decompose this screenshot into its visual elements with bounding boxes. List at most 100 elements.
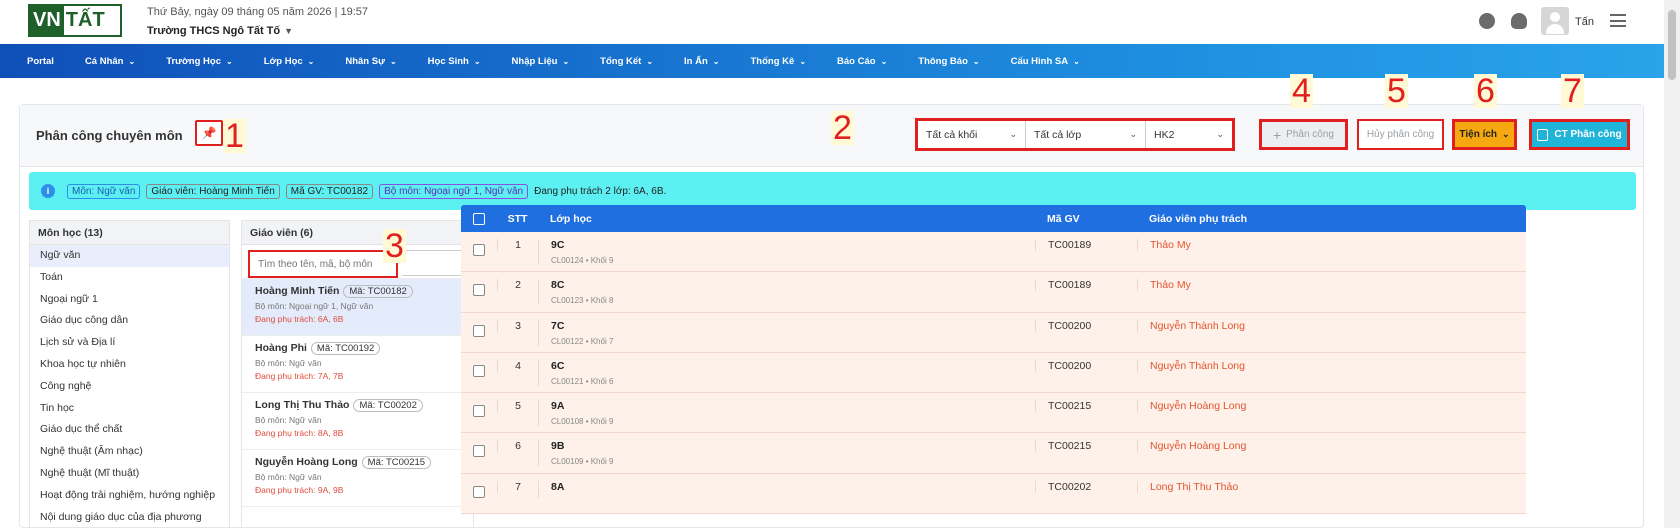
row-teacher-name[interactable]: Thảo My xyxy=(1137,239,1526,251)
subject-item[interactable]: Toán xyxy=(30,267,229,289)
row-class-sub: CL00121 • Khối 6 xyxy=(551,376,614,386)
bell-icon[interactable] xyxy=(1511,13,1527,29)
row-class-name: 7C xyxy=(551,319,565,332)
nav-item[interactable]: Học Sinh ⌄ xyxy=(428,56,481,67)
nav-item[interactable]: Nhân Sự ⌄ xyxy=(345,56,396,67)
nav-item[interactable]: In Ấn ⌄ xyxy=(684,56,719,67)
app-logo[interactable]: VN TẤT xyxy=(28,4,122,37)
avatar[interactable] xyxy=(1541,7,1569,35)
row-stt: 6 xyxy=(497,440,538,453)
page-scrollbar[interactable] xyxy=(1664,0,1680,528)
teacher-card[interactable]: Hoàng Minh Tiến Mã: TC00182 Bộ môn: Ngoại … xyxy=(242,279,473,336)
utilities-button[interactable]: Tiện ích ⌄ xyxy=(1452,119,1517,150)
teacher-search-input[interactable] xyxy=(248,250,398,278)
cancel-assign-button[interactable]: Hủy phân công xyxy=(1357,119,1444,150)
nav-item[interactable]: Trường Học ⌄ xyxy=(166,56,233,67)
pin-button[interactable]: 📌 xyxy=(195,120,223,146)
subject-item[interactable]: Giáo dục công dân xyxy=(30,310,229,332)
assignment-table: STT Lớp học Mã GV Giáo viên phụ trách 19… xyxy=(461,205,1526,528)
teacher-name: Hoàng Phi xyxy=(255,342,307,354)
page-title: Phân công chuyên môn xyxy=(36,128,183,143)
col-stt[interactable]: STT xyxy=(497,213,538,225)
table-row[interactable]: 2 8C CL00123 • Khối 8 TC00189 Thảo My xyxy=(461,272,1526,313)
search-field-extension[interactable] xyxy=(402,250,469,276)
table-row[interactable]: 1 9C CL00124 • Khối 9 TC00189 Thảo My xyxy=(461,232,1526,273)
chevron-down-icon: ⌄ xyxy=(1073,56,1080,66)
col-teacher[interactable]: Giáo viên phụ trách xyxy=(1137,213,1526,225)
assign-label: Phân công xyxy=(1286,129,1334,140)
subject-item[interactable]: Nghệ thuật (Mĩ thuật) xyxy=(30,463,229,485)
subject-item[interactable]: Lịch sử và Địa lí xyxy=(30,332,229,354)
row-check-cell xyxy=(461,400,497,418)
row-teacher-name[interactable]: Thảo My xyxy=(1137,279,1526,292)
assign-button[interactable]: + Phân công xyxy=(1259,119,1348,150)
top-header: VN TẤT Thứ Bảy, ngày 09 tháng 05 năm 202… xyxy=(0,0,1664,44)
row-teacher-name[interactable]: Nguyễn Thành Long xyxy=(1137,319,1526,332)
nav-item[interactable]: Cá Nhân ⌄ xyxy=(85,56,135,67)
col-code[interactable]: Mã GV xyxy=(1035,213,1137,225)
nav-item[interactable]: Tổng Kết ⌄ xyxy=(600,56,653,67)
chevron-down-icon: ⌄ xyxy=(1129,129,1137,139)
row-checkbox[interactable] xyxy=(473,324,485,337)
user-name[interactable]: Tấn xyxy=(1575,16,1594,28)
subject-item[interactable]: Công nghệ xyxy=(30,376,229,398)
teacher-list: Giáo viên (6) Hoàng Minh TiếnMã: TC00182… xyxy=(241,220,474,528)
subject-item[interactable]: Nội dung giáo dục của địa phương xyxy=(30,507,229,528)
row-teacher-name[interactable]: Nguyễn Hoàng Long xyxy=(1137,440,1526,453)
chevron-down-icon: ⌄ xyxy=(307,56,315,66)
table-row[interactable]: 4 6C CL00121 • Khối 6 TC00200 Nguyễn Thành L… xyxy=(461,352,1526,394)
subject-item[interactable]: Nghệ thuật (Âm nhạc) xyxy=(30,441,229,463)
grade-value: Tất cả khối xyxy=(926,128,978,141)
subject-item[interactable]: Tin học xyxy=(30,398,229,420)
info-load-text: Đang phụ trách 2 lớp: 6A, 6B. xyxy=(534,185,667,197)
nav-item[interactable]: Portal xyxy=(27,56,54,67)
col-class[interactable]: Lớp học xyxy=(538,213,1035,225)
table-row[interactable]: 7 8A TC00202 Long Thị Thu Thảo xyxy=(461,473,1526,515)
hamburger-menu-icon[interactable] xyxy=(1610,14,1626,27)
subject-item[interactable]: Ngữ văn xyxy=(30,245,229,267)
table-row[interactable]: 5 9A CL00108 • Khối 9 TC00215 Nguyễn Hoàng L… xyxy=(461,393,1526,434)
teacher-card[interactable]: Long Thị Thu Thảo Mã: TC00202 Bộ môn: Ngữ … xyxy=(242,393,473,450)
teacher-name: Long Thị Thu Thảo xyxy=(255,399,350,411)
nav-item[interactable]: Nhập Liệu ⌄ xyxy=(512,56,570,67)
nav-item[interactable]: Thông Báo ⌄ xyxy=(918,56,979,67)
school-selector[interactable]: Trường THCS Ngô Tất Tố ▼ xyxy=(147,25,293,37)
chevron-down-icon: ⌄ xyxy=(646,56,654,66)
row-checkbox[interactable] xyxy=(473,244,485,256)
row-checkbox[interactable] xyxy=(473,485,485,498)
subject-item[interactable]: Hoạt động trải nghiệm, hướng nghiệp xyxy=(30,485,229,507)
grade-select[interactable]: Tất cả khối ⌄ xyxy=(918,121,1026,148)
chat-icon[interactable] xyxy=(1479,13,1495,29)
nav-item[interactable]: Cấu Hình SA ⌄ xyxy=(1011,56,1080,67)
logo-text-a: VN xyxy=(30,6,64,35)
subject-item[interactable]: Ngoại ngữ 1 xyxy=(30,289,229,311)
nav-item-label: Tổng Kết xyxy=(600,55,642,67)
subject-item[interactable]: Khoa học tự nhiên xyxy=(30,354,229,376)
term-select[interactable]: HK2 ⌄ xyxy=(1146,121,1232,148)
select-all-checkbox[interactable] xyxy=(473,212,485,225)
row-teacher-name[interactable]: Nguyễn Hoàng Long xyxy=(1137,400,1526,413)
subject-list-header: Môn học (13) xyxy=(30,221,229,245)
assignment-detail-button[interactable]: CT Phân công xyxy=(1529,119,1630,150)
nav-item-label: Nhân Sự xyxy=(345,55,385,67)
teacher-card[interactable]: Hoàng Phi Mã: TC00192 Bộ môn: Ngữ văn Đang … xyxy=(242,336,473,393)
table-row[interactable]: 3 7C CL00122 • Khối 7 TC00200 Nguyễn Thành L… xyxy=(461,312,1526,353)
nav-item[interactable]: Thống Kê ⌄ xyxy=(751,56,807,67)
scrollbar-thumb[interactable] xyxy=(1668,10,1676,80)
teacher-card[interactable]: Nguyễn Hoàng Long Mã: TC00215 Bộ môn: Ngữ … xyxy=(242,450,473,507)
subject-item[interactable]: Giáo dục thể chất xyxy=(30,419,229,441)
row-teacher-name[interactable]: Nguyễn Thành Long xyxy=(1137,359,1526,372)
table-row[interactable]: 6 9B CL00109 • Khối 9 TC00215 Nguyễn Hoàng L… xyxy=(461,433,1526,474)
nav-item[interactable]: Báo Cáo ⌄ xyxy=(837,56,887,67)
row-teacher-code: TC00200 xyxy=(1035,359,1137,372)
row-checkbox[interactable] xyxy=(473,284,485,297)
nav-item[interactable]: Lớp Học ⌄ xyxy=(264,56,315,67)
class-select[interactable]: Tất cả lớp ⌄ xyxy=(1026,121,1146,148)
row-checkbox[interactable] xyxy=(473,445,485,458)
row-checkbox[interactable] xyxy=(473,405,485,418)
row-teacher-name[interactable]: Long Thị Thu Thảo xyxy=(1137,480,1526,493)
chevron-down-icon: ⌄ xyxy=(473,56,481,66)
teacher-code-badge: Mã: TC00192 xyxy=(310,342,381,355)
nav-item-label: Thống Kê xyxy=(750,55,795,67)
row-checkbox[interactable] xyxy=(473,364,485,377)
